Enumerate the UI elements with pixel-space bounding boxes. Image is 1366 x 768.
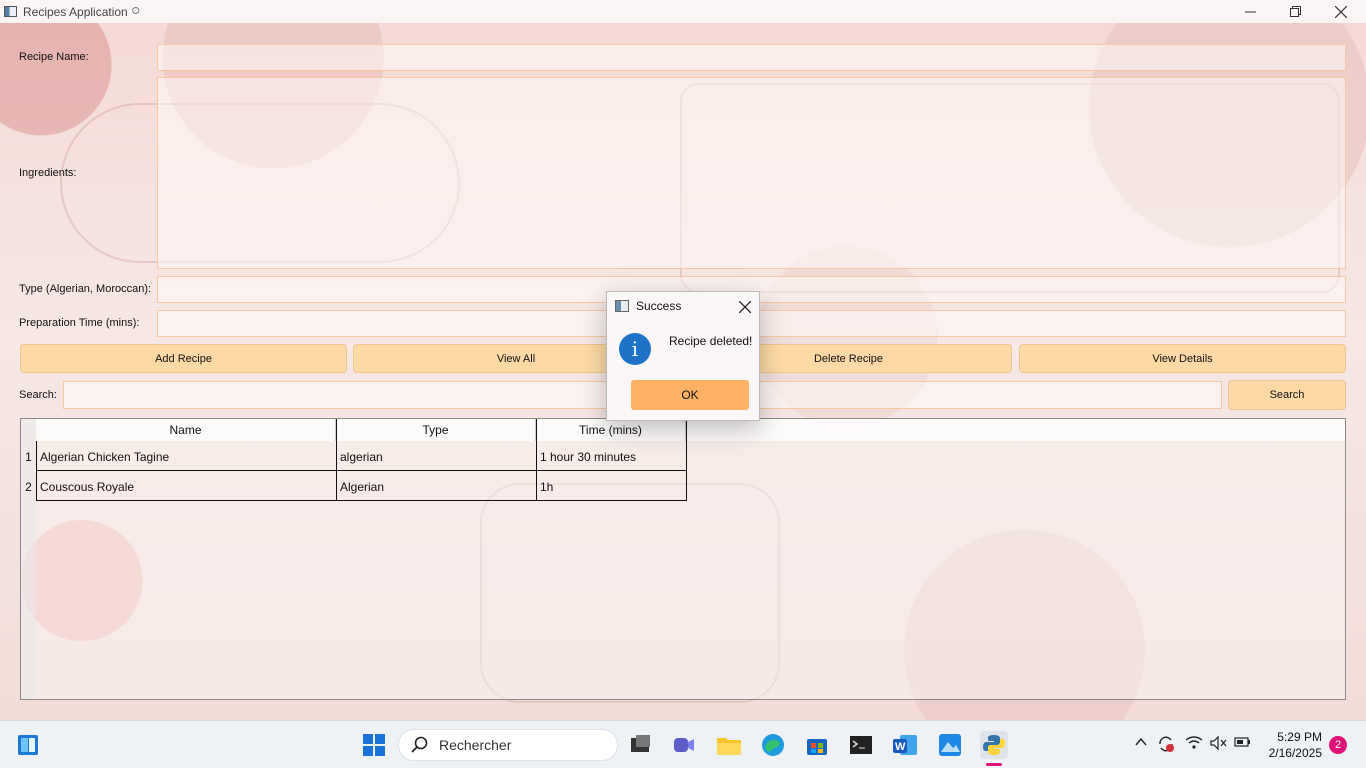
title-status-icon: ⭘ [131, 6, 140, 17]
svg-text:W: W [895, 741, 906, 753]
edge-icon [762, 734, 784, 756]
app-window: Recipes Application ⭘ Recipe Name: Ingre… [0, 0, 1366, 720]
meet-app-button[interactable] [670, 731, 698, 759]
photos-icon [939, 734, 961, 756]
dialog-title-bar[interactable]: Success [607, 292, 759, 320]
sync-status-button[interactable] [1157, 735, 1175, 756]
table-cell-time[interactable]: 1 hour 30 minutes [536, 442, 686, 471]
table-cell-name[interactable]: Algerian Chicken Tagine [36, 442, 336, 471]
recipes-table[interactable]: Name Type Time (mins) 1 Algerian Chicken… [20, 418, 1346, 700]
row-divider [36, 470, 686, 471]
store-icon [807, 739, 827, 755]
ingredients-label: Ingredients: [19, 167, 77, 179]
notification-center-button[interactable]: 2 [1329, 736, 1347, 754]
dialog-title: Success [636, 299, 682, 313]
app-icon [4, 6, 17, 17]
active-app-indicator [986, 763, 1002, 766]
add-recipe-button[interactable]: Add Recipe [20, 344, 347, 373]
window-title: Recipes Application [23, 4, 128, 19]
file-explorer-button[interactable] [715, 731, 743, 759]
python-app-button[interactable] [980, 731, 1008, 759]
system-clock[interactable]: 5:29 PM 2/16/2025 [1262, 729, 1322, 761]
terminal-button[interactable] [847, 731, 875, 759]
column-divider [686, 419, 687, 501]
store-button[interactable] [803, 731, 831, 759]
row-divider [36, 500, 686, 501]
python-icon [983, 735, 1005, 755]
word-button[interactable]: W [891, 731, 919, 759]
close-icon [738, 300, 752, 314]
column-header-time[interactable]: Time (mins) [536, 419, 686, 441]
clock-date: 2/16/2025 [1268, 746, 1322, 760]
start-button[interactable] [360, 731, 388, 759]
dialog-close-button[interactable] [738, 297, 752, 318]
close-icon [1335, 5, 1347, 18]
volume-button[interactable] [1210, 735, 1228, 754]
table-cell-time[interactable]: 1h [536, 472, 686, 501]
table-cell-name[interactable]: Couscous Royale [36, 472, 336, 501]
folder-icon [717, 738, 741, 755]
taskbar: Rechercher W 5:29 PM 2/16/2025 [0, 720, 1366, 768]
wifi-icon [1185, 736, 1203, 749]
type-label: Type (Algerian, Moroccan): [19, 283, 152, 295]
ok-button[interactable]: OK [631, 380, 749, 410]
view-details-button[interactable]: View Details [1019, 344, 1346, 373]
task-view-icon [631, 735, 650, 752]
sync-error-icon [1159, 736, 1174, 752]
search-placeholder: Rechercher [439, 737, 512, 753]
clock-time: 5:29 PM [1277, 730, 1322, 744]
volume-muted-icon [1210, 735, 1227, 751]
search-icon [411, 736, 428, 753]
column-header-type[interactable]: Type [336, 419, 536, 441]
title-bar[interactable]: Recipes Application ⭘ [0, 0, 1366, 23]
restore-icon [1289, 6, 1301, 17]
table-cell-type[interactable]: algerian [336, 442, 536, 471]
word-icon: W [893, 735, 917, 755]
widgets-button[interactable] [14, 731, 42, 759]
wifi-button[interactable] [1185, 735, 1203, 754]
battery-icon [1234, 737, 1250, 747]
info-icon: i [619, 333, 651, 365]
recipe-name-label: Recipe Name: [19, 51, 89, 63]
terminal-icon [850, 736, 872, 754]
edge-browser-button[interactable] [759, 731, 787, 759]
taskbar-search[interactable]: Rechercher [398, 729, 618, 761]
close-button[interactable] [1318, 0, 1364, 23]
restore-button[interactable] [1272, 0, 1318, 23]
success-dialog: Success i Recipe deleted! OK [606, 291, 760, 421]
search-label: Search: [19, 389, 57, 401]
photos-button[interactable] [936, 731, 964, 759]
row-number[interactable]: 2 [21, 472, 36, 501]
minimize-button[interactable] [1227, 0, 1273, 23]
video-call-icon [674, 738, 694, 752]
recipe-name-input[interactable] [157, 44, 1346, 71]
ingredients-textarea[interactable] [157, 77, 1346, 269]
preparation-time-label: Preparation Time (mins): [19, 317, 140, 329]
column-header-name[interactable]: Name [36, 419, 336, 441]
chevron-up-icon [1135, 737, 1147, 746]
windows-logo-icon [363, 734, 385, 756]
widgets-icon [18, 735, 38, 755]
minimize-icon [1244, 11, 1256, 13]
row-number[interactable]: 1 [21, 442, 36, 471]
task-view-button[interactable] [626, 731, 654, 759]
dialog-message: Recipe deleted! [669, 334, 753, 348]
dialog-app-icon [615, 300, 629, 312]
search-button[interactable]: Search [1228, 380, 1346, 410]
tray-overflow-button[interactable] [1134, 735, 1148, 752]
battery-button[interactable] [1234, 735, 1252, 752]
table-cell-type[interactable]: Algerian [336, 472, 536, 501]
notification-count-badge: 2 [1334, 739, 1342, 751]
